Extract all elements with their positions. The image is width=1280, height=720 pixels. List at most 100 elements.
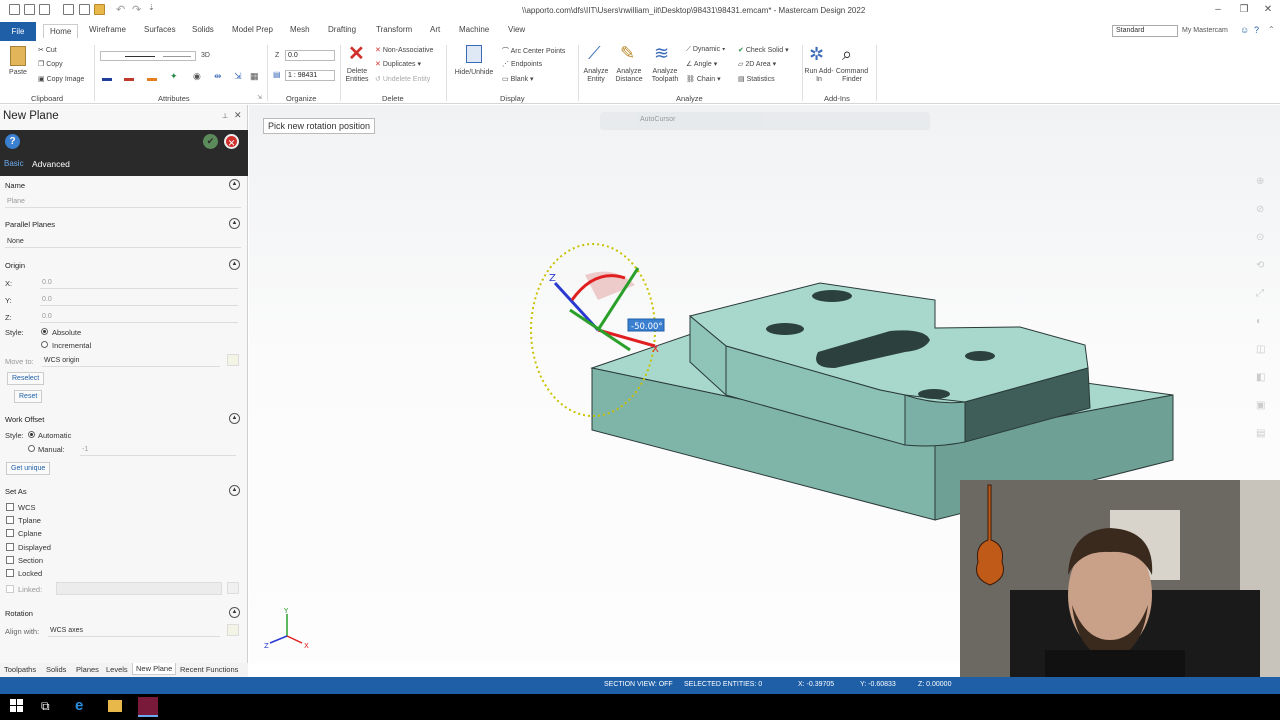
grid-icon[interactable]: ▦ [250, 71, 259, 82]
ok-check-icon[interactable]: ✔ [203, 134, 218, 149]
tab-mesh[interactable]: Mesh [290, 25, 310, 34]
tplane-checkbox[interactable] [6, 516, 14, 524]
analyze-toolpath-button[interactable]: Analyze Toolpath [648, 68, 682, 84]
origin-y-input[interactable]: 0.0 [40, 294, 238, 306]
paste-icon[interactable] [10, 46, 26, 66]
collapse-name-icon[interactable]: ▲ [229, 179, 240, 190]
reset-attributes-icon[interactable]: ⇲ [234, 71, 242, 82]
mastercam-taskbar-icon[interactable] [138, 697, 158, 717]
save-icon[interactable] [39, 4, 50, 15]
collapse-set-as-icon[interactable]: ▲ [229, 485, 240, 496]
locked-checkbox[interactable] [6, 569, 14, 577]
incremental-radio[interactable] [41, 341, 48, 348]
internet-explorer-icon[interactable]: e [75, 697, 83, 714]
analyze-distance-icon[interactable]: ✎ [620, 43, 635, 63]
hide-unhide-button[interactable]: Hide/Unhide [450, 69, 498, 77]
section-checkbox[interactable] [6, 556, 14, 564]
manual-offset-input[interactable]: -1 [80, 444, 236, 456]
command-finder-button[interactable]: Command Finder [832, 68, 872, 84]
copy-button[interactable]: ❐ Copy [38, 60, 63, 68]
panel-close-icon[interactable]: ✕ [234, 110, 242, 121]
statistics-button[interactable]: ▤ Statistics [738, 75, 775, 83]
customize-icon[interactable]: ⇣ [148, 3, 155, 12]
linked-picker-icon[interactable] [227, 582, 239, 594]
automatic-radio[interactable] [28, 431, 35, 438]
help-icon[interactable]: ? [1254, 25, 1259, 35]
reselect-button[interactable]: Reselect [7, 372, 45, 385]
collapse-parallel-icon[interactable]: ▲ [229, 218, 240, 229]
analyze-entity-icon[interactable]: ⟋ [588, 43, 601, 63]
analyze-toolpath-icon[interactable]: ≋ [654, 43, 669, 63]
wireframe-color-icon[interactable] [102, 72, 112, 81]
new-file-icon[interactable] [9, 4, 20, 15]
tab-levels[interactable]: Levels [106, 665, 128, 674]
attributes-launcher-icon[interactable]: ⇲ [257, 94, 262, 101]
configuration-select[interactable]: Standard [1112, 25, 1178, 37]
run-addin-icon[interactable]: ✲ [809, 44, 824, 64]
linked-input[interactable] [56, 582, 222, 595]
get-unique-button[interactable]: Get unique [6, 462, 51, 475]
command-finder-icon[interactable]: ⌕ [842, 44, 852, 64]
linked-checkbox[interactable] [6, 585, 14, 593]
solid-color-icon[interactable] [124, 72, 134, 81]
line-style-select[interactable] [100, 51, 196, 61]
my-mastercam-link[interactable]: My Mastercam [1182, 27, 1228, 34]
help-circle-icon[interactable]: ? [5, 134, 20, 149]
open-file-icon[interactable] [24, 4, 35, 15]
tab-file[interactable]: File [0, 22, 36, 41]
save-as-icon[interactable] [79, 4, 90, 15]
tab-recent-functions[interactable]: Recent Functions [180, 665, 238, 674]
move-to-select[interactable]: WCS origin [42, 355, 220, 367]
delete-x-icon[interactable]: ✕ [348, 44, 365, 64]
tab-machine[interactable]: Machine [459, 25, 489, 34]
collapse-rotation-icon[interactable]: ▲ [229, 607, 240, 618]
set-attributes-icon[interactable]: ⇹ [214, 71, 222, 82]
check-solid-button[interactable]: ✔ Check Solid ▾ [738, 46, 789, 54]
tab-transform[interactable]: Transform [376, 25, 412, 34]
material-icon[interactable]: ◉ [193, 71, 201, 82]
tab-surfaces[interactable]: Surfaces [144, 25, 176, 34]
ribbon-collapse-icon[interactable]: ⌃ [1268, 25, 1275, 34]
maximize-icon[interactable]: ❐ [1234, 3, 1254, 17]
tab-home[interactable]: Home [43, 24, 79, 38]
chain-button[interactable]: ⛓ Chain ▾ [686, 75, 721, 83]
plane-name-input[interactable]: Plane [5, 196, 241, 208]
wcs-checkbox[interactable] [6, 503, 14, 511]
hide-unhide-icon[interactable] [466, 45, 482, 63]
undo-icon[interactable]: ↶ [116, 3, 125, 16]
dynamic-button[interactable]: ⟋ Dynamic ▾ [686, 46, 725, 54]
parallel-planes-select[interactable]: None [5, 236, 241, 248]
run-addin-button[interactable]: Run Add-In [804, 68, 834, 84]
duplicates-button[interactable]: ✕ Duplicates ▾ [375, 60, 421, 68]
level-select[interactable]: 1 : 98431 [285, 70, 335, 81]
close-icon[interactable]: ✕ [1258, 3, 1278, 17]
align-with-select[interactable]: WCS axes [48, 625, 220, 637]
area-2d-button[interactable]: ▱ 2D Area ▾ [738, 60, 776, 68]
endpoints-button[interactable]: ⋰ Endpoints [502, 60, 542, 68]
pin-icon[interactable]: ⊥ [222, 112, 228, 120]
angle-button[interactable]: ∠ Angle ▾ [686, 60, 717, 68]
cancel-x-icon[interactable]: ✕ [224, 134, 239, 149]
origin-z-input[interactable]: 0.0 [40, 311, 238, 323]
task-view-icon[interactable]: ⧉ [41, 699, 50, 714]
tab-new-plane[interactable]: New Plane [132, 663, 177, 675]
tab-planes[interactable]: Planes [76, 665, 99, 674]
tab-toolpaths[interactable]: Toolpaths [4, 665, 36, 674]
minimize-icon[interactable]: – [1208, 3, 1228, 17]
origin-x-input[interactable]: 0.0 [40, 277, 238, 289]
tab-drafting[interactable]: Drafting [328, 25, 356, 34]
tab-wireframe[interactable]: Wireframe [89, 25, 126, 34]
print-icon[interactable] [63, 4, 74, 15]
mode-3d-toggle[interactable]: 3D [201, 52, 210, 59]
analyze-distance-button[interactable]: Analyze Distance [610, 68, 648, 84]
undelete-entity-button[interactable]: ↺ Undelete Entity [375, 75, 430, 83]
angle-readout[interactable]: -50.00° [631, 322, 663, 332]
tab-solids-manager[interactable]: Solids [46, 665, 66, 674]
windows-start-icon[interactable] [10, 699, 24, 713]
file-explorer-icon[interactable] [108, 700, 122, 712]
section-view-status[interactable]: SECTION VIEW: OFF [604, 681, 673, 688]
displayed-checkbox[interactable] [6, 543, 14, 551]
tab-view[interactable]: View [508, 25, 525, 34]
manual-radio[interactable] [28, 445, 35, 452]
tab-advanced[interactable]: Advanced [32, 159, 70, 169]
